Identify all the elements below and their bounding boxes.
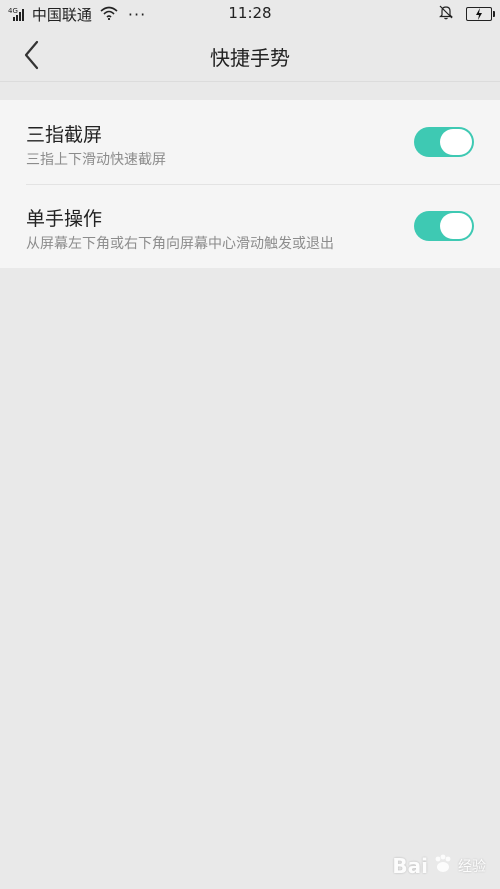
setting-title: 三指截屏 (26, 124, 103, 146)
setting-one-hand-mode[interactable]: 单手操作 从屏幕左下角或右下角向屏幕中心滑动触发或退出 (0, 184, 500, 268)
setting-description: 三指上下滑动快速截屏 (26, 152, 166, 168)
baidu-jingyan-watermark: Bai 经验 (392, 853, 486, 879)
nav-bar: 快捷手势 (0, 28, 500, 82)
status-right (438, 4, 495, 24)
toggle-knob (440, 213, 472, 239)
battery-charging-icon (466, 7, 495, 21)
paw-icon (432, 853, 454, 879)
toggle-knob (440, 129, 472, 155)
status-time: 11:28 (228, 4, 272, 22)
bell-muted-icon (438, 4, 454, 24)
watermark-brand: Bai (392, 854, 428, 878)
divider (26, 184, 500, 185)
three-finger-screenshot-toggle[interactable] (414, 127, 474, 157)
settings-list: 三指截屏 三指上下滑动快速截屏 单手操作 从屏幕左下角或右下角向屏幕中心滑动触发… (0, 100, 500, 268)
setting-description: 从屏幕左下角或右下角向屏幕中心滑动触发或退出 (26, 236, 334, 252)
page-title: 快捷手势 (210, 46, 290, 70)
watermark-suffix: 经验 (458, 859, 486, 875)
one-hand-mode-toggle[interactable] (414, 211, 474, 241)
setting-three-finger-screenshot[interactable]: 三指截屏 三指上下滑动快速截屏 (0, 100, 500, 184)
setting-title: 单手操作 (26, 208, 103, 230)
status-bar: 4G 中国联通 ··· 11:28 (0, 0, 500, 28)
